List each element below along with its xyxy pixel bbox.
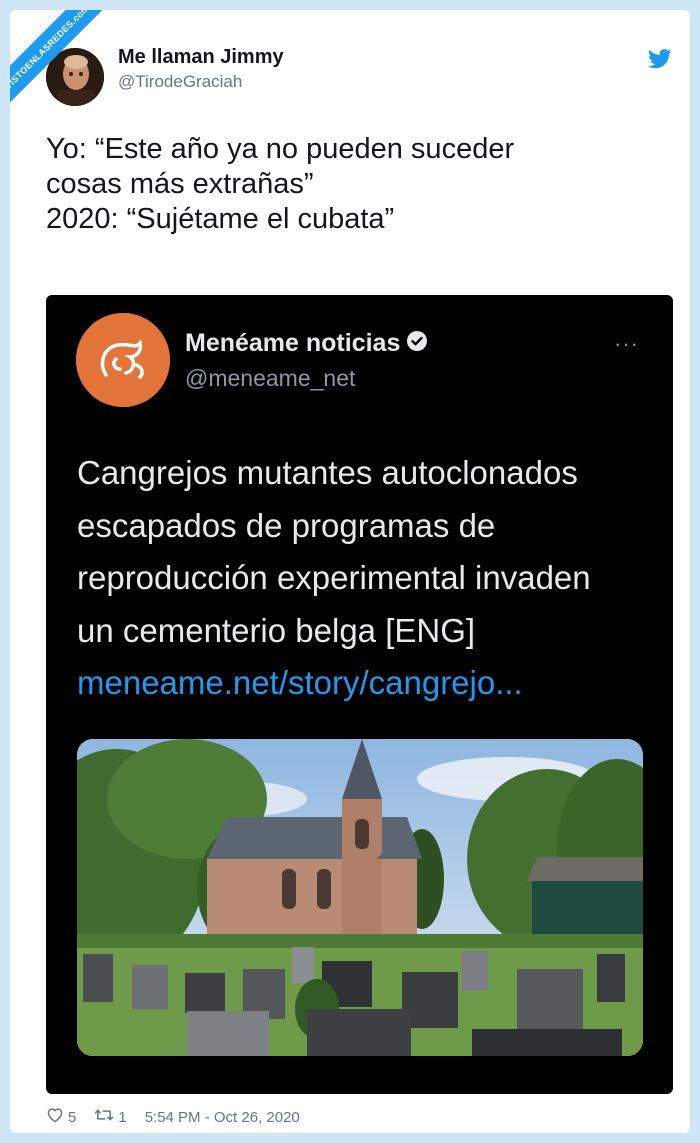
like-count: 5 [68, 1108, 77, 1126]
tweet-line: Yo: “Este año ya no pueden suceder [46, 133, 515, 165]
quoted-author-name[interactable]: Menéame noticias [185, 329, 428, 359]
verified-badge-icon [406, 330, 428, 359]
quoted-line: Cangrejos mutantes autoclonados [77, 454, 578, 491]
more-icon[interactable]: ··· [614, 331, 639, 357]
tweet-footer: 5 1 5:54 PM - Oct 26, 2020 [46, 1107, 300, 1127]
quoted-author-name-text: Menéame noticias [185, 329, 401, 357]
quoted-line: reproducción experimental invaden [77, 559, 591, 596]
tweet-line: cosas más extrañas” [46, 168, 314, 200]
tweet-line: 2020: “Sujétame el cubata” [46, 203, 395, 235]
retweet-icon[interactable] [94, 1107, 114, 1127]
author-name[interactable]: Me llaman Jimmy [118, 46, 284, 69]
retweet-count: 1 [118, 1108, 127, 1126]
church-cemetery-photo[interactable] [77, 739, 643, 1056]
twitter-bird-icon [647, 48, 672, 70]
meneame-avatar[interactable] [76, 313, 170, 407]
heart-icon[interactable] [46, 1107, 64, 1127]
tweet-text: Yo: “Este año ya no pueden suceder cosas… [46, 132, 666, 237]
quoted-line: escapados de programas de [77, 506, 496, 544]
quoted-text: Cangrejos mutantes autoclonados escapado… [77, 447, 657, 710]
timestamp[interactable]: 5:54 PM - Oct 26, 2020 [145, 1109, 300, 1126]
quoted-line: un cementerio belga [ENG] [77, 611, 476, 649]
author-handle[interactable]: @TirodeGraciah [118, 72, 242, 92]
quoted-author-handle[interactable]: @meneame_net [185, 365, 355, 392]
quoted-link[interactable]: meneame.net/story/cangrejo... [77, 657, 657, 710]
tweet-card: VISTOENLASREDES.com Me llaman Jimmy @Tir… [10, 10, 690, 1133]
quoted-tweet[interactable]: Menéame noticias @meneame_net ··· Cangre… [46, 295, 673, 1094]
